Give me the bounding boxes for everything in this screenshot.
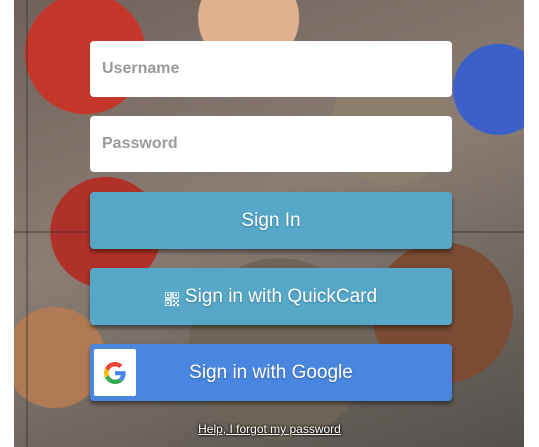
username-input[interactable] bbox=[90, 41, 452, 97]
google-label: Sign in with Google bbox=[189, 361, 353, 383]
sign-in-label: Sign In bbox=[241, 209, 301, 231]
google-g-icon bbox=[94, 349, 136, 396]
qr-code-icon bbox=[164, 290, 180, 307]
forgot-password-link[interactable]: Help, I forgot my password bbox=[0, 422, 539, 436]
quickcard-sign-in-button[interactable]: Sign in with QuickCard bbox=[90, 268, 452, 325]
password-input[interactable] bbox=[90, 116, 452, 172]
quickcard-label: Sign in with QuickCard bbox=[184, 285, 378, 307]
google-sign-in-button[interactable]: Sign in with Google bbox=[90, 344, 452, 401]
sign-in-button[interactable]: Sign In bbox=[90, 192, 452, 249]
